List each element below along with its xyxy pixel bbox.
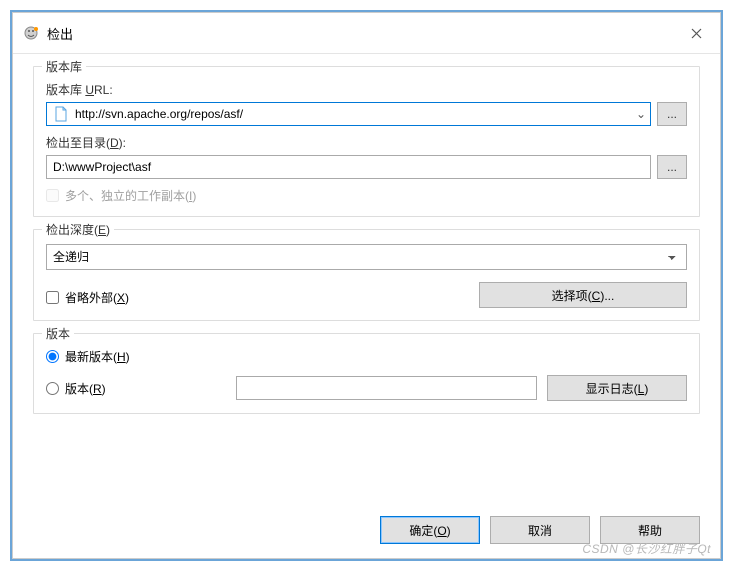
multi-checkbox (46, 189, 59, 202)
watermark-text: CSDN @长沙红胖子Qt (582, 540, 711, 557)
depth-group: 检出深度(E) 全递归 省略外部(X) 选择项(C)... (33, 229, 700, 321)
head-revision-label: 最新版本(H) (65, 348, 130, 365)
head-revision-radio[interactable] (46, 350, 59, 363)
titlebar: 检出 (13, 13, 720, 54)
close-button[interactable] (682, 21, 710, 45)
revision-group-title: 版本 (42, 325, 74, 342)
url-browse-button[interactable]: ... (657, 102, 687, 126)
revision-group: 版本 最新版本(H) 版本(R) 显示日志(L) (33, 333, 700, 414)
checkout-dialog: 检出 版本库 版本库 URL: ⌄ ... (12, 12, 721, 559)
specific-revision-row[interactable]: 版本(R) (46, 380, 226, 397)
app-icon (23, 25, 39, 41)
close-icon (691, 28, 702, 39)
url-combobox[interactable]: ⌄ (46, 102, 651, 126)
ok-button[interactable]: 确定(O) (380, 516, 480, 544)
url-input[interactable] (75, 103, 632, 125)
choose-items-button[interactable]: 选择项(C)... (479, 282, 687, 308)
show-log-button[interactable]: 显示日志(L) (547, 375, 687, 401)
repository-group-title: 版本库 (42, 58, 86, 75)
depth-group-title: 检出深度(E) (42, 221, 114, 238)
specific-revision-label: 版本(R) (65, 380, 106, 397)
omit-externals-row[interactable]: 省略外部(X) (46, 289, 479, 306)
depth-select[interactable]: 全递归 (46, 244, 687, 270)
cancel-button[interactable]: 取消 (490, 516, 590, 544)
dir-browse-button[interactable]: ... (657, 155, 687, 179)
url-label: 版本库 URL: (46, 81, 687, 98)
multi-checkbox-label: 多个、独立的工作副本(I) (65, 187, 196, 204)
chevron-down-icon[interactable]: ⌄ (632, 107, 650, 121)
omit-externals-checkbox[interactable] (46, 291, 59, 304)
dir-label: 检出至目录(D): (46, 134, 687, 151)
head-revision-row[interactable]: 最新版本(H) (46, 348, 687, 365)
title-text: 检出 (47, 24, 73, 43)
specific-revision-radio[interactable] (46, 382, 59, 395)
multi-checkbox-row: 多个、独立的工作副本(I) (46, 187, 687, 204)
file-icon (51, 104, 71, 124)
repository-group: 版本库 版本库 URL: ⌄ ... 检出至目录(D): (33, 66, 700, 217)
dir-input[interactable] (46, 155, 651, 179)
omit-externals-label: 省略外部(X) (65, 289, 129, 306)
revision-input[interactable] (236, 376, 537, 400)
